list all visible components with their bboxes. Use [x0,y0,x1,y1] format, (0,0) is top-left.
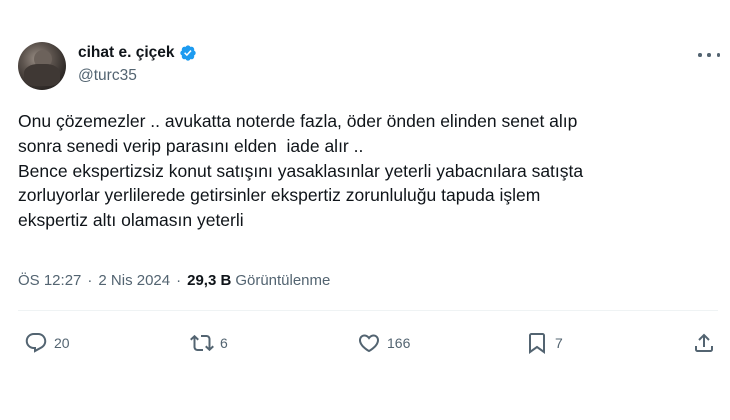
tweet-meta: ÖS 12:27 · 2 Nis 2024 · 29,3 B Görüntüle… [18,272,330,289]
bookmark-count: 7 [555,335,563,351]
like-button[interactable]: 166 [357,328,410,358]
action-bar: 20 6 166 7 [0,328,730,358]
author-display-name[interactable]: cihat e. çiçek [78,44,175,62]
repost-button[interactable]: 6 [190,328,228,358]
share-icon [695,333,713,352]
meta-separator: · [176,272,182,289]
reply-icon [25,333,47,353]
verified-badge-icon [179,45,196,61]
avatar[interactable] [18,42,66,90]
share-button[interactable] [692,328,716,358]
like-count: 166 [387,335,411,351]
tweet-date[interactable]: 2 Nis 2024 [98,272,170,289]
tweet-card: cihat e. çiçek @turc35 Onu çözemezler ..… [0,0,730,420]
author-handle[interactable]: @turc35 [78,67,137,85]
author-name-row[interactable]: cihat e. çiçek [78,44,197,62]
reply-button[interactable]: 20 [24,328,70,358]
repost-count: 6 [220,335,228,351]
bookmark-button[interactable]: 7 [525,328,563,358]
meta-separator: · [87,272,93,289]
tweet-text: Onu çözemezler .. avukatta noterde fazla… [18,111,584,231]
divider [18,310,718,311]
heart-icon [358,334,380,353]
tweet-time[interactable]: ÖS 12:27 [18,272,81,289]
repost-icon [190,334,214,352]
bookmark-icon [529,333,545,354]
reply-count: 20 [54,335,70,351]
views-count: 29,3 B [187,272,232,289]
more-icon[interactable] [698,48,720,62]
views-label: Görüntülenme [235,272,331,289]
